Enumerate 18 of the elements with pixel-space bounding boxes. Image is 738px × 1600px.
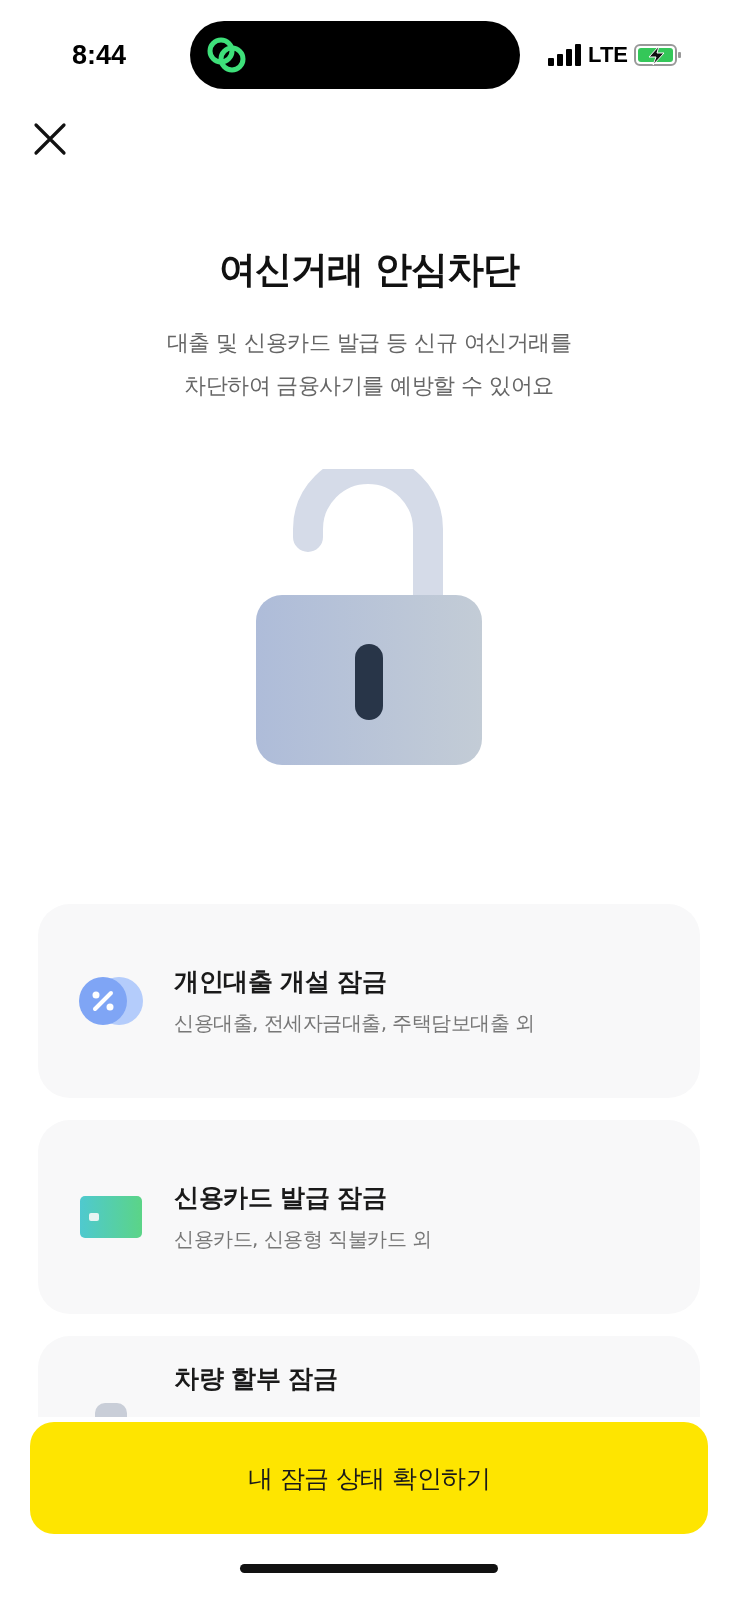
page-title: 여신거래 안심차단 [219,247,519,293]
option-title: 신용카드 발급 잠금 [174,1182,388,1214]
battery-charging-icon [634,43,682,67]
check-lock-status-button[interactable]: 내 잠금 상태 확인하기 [30,1422,708,1534]
page-description: 대출 및 신용카드 발급 등 신규 여신거래를 차단하여 금융사기를 예방할 수 있어요 [166,329,572,400]
open-padlock-icon [256,469,482,765]
credit-card-icon [80,1196,142,1238]
option-title: 차량 할부 잠금 [174,1363,338,1395]
option-title: 개인대출 개설 잠금 [174,966,388,998]
lock-option-card[interactable]: 개인대출 개설 잠금 신용대출, 전세자금대출, 주택담보대출 외 [38,904,700,1098]
status-time: 8:44 [72,39,128,71]
lock-option-card[interactable]: 차량 할부 잠금 [38,1336,700,1417]
network-label: LTE [588,42,628,68]
percent-coin-icon [78,976,144,1026]
option-description: 신용카드, 신용형 직불카드 외 [174,1226,432,1253]
signal-icon [548,44,583,66]
option-description: 신용대출, 전세자금대출, 주택담보대출 외 [174,1010,535,1037]
lock-option-card[interactable]: 신용카드 발급 잠금 신용카드, 신용형 직불카드 외 [38,1120,700,1314]
